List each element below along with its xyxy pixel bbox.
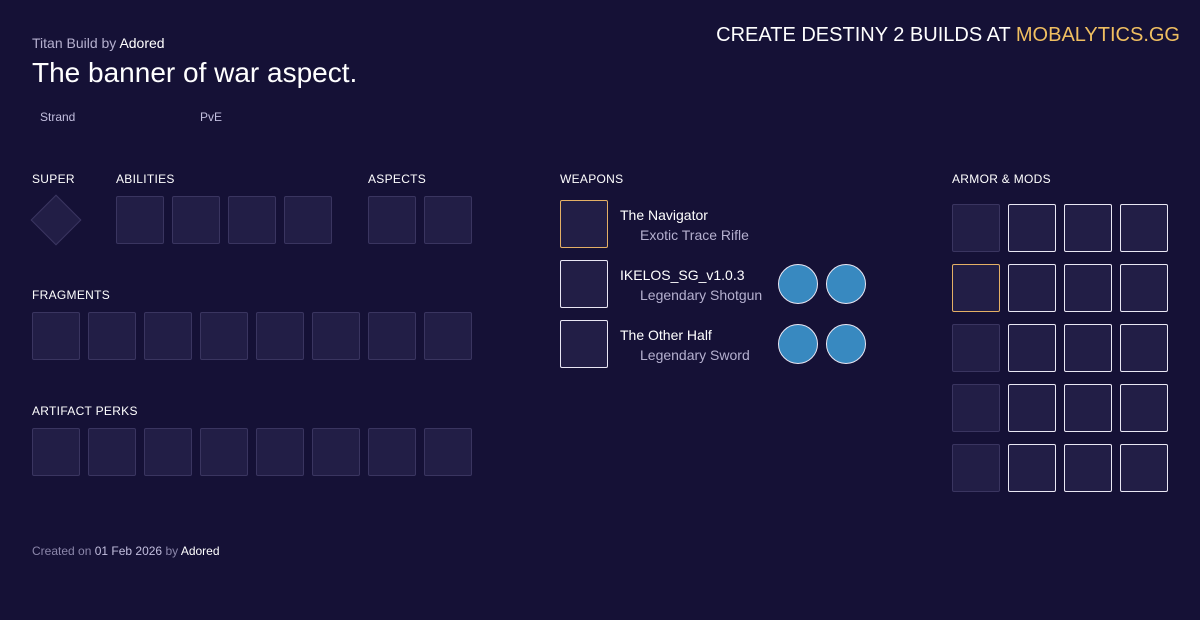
- promo-brand-link[interactable]: MOBALYTICS.GG: [1016, 24, 1180, 46]
- aspects-section-label: ASPECTS: [368, 172, 427, 186]
- armor-piece-slot[interactable]: [952, 324, 1000, 372]
- mode-tag: PvE: [200, 110, 223, 124]
- armor-mods-section-label: ARMOR & MODS: [952, 172, 1051, 186]
- weapon-name[interactable]: The Other Half: [620, 327, 712, 343]
- armor-mod-slot[interactable]: [1064, 204, 1112, 252]
- armor-mod-slot[interactable]: [1120, 264, 1168, 312]
- armor-mod-slot[interactable]: [1064, 324, 1112, 372]
- armor-mod-slot[interactable]: [1064, 384, 1112, 432]
- ability-slot[interactable]: [116, 196, 164, 244]
- fragment-slot[interactable]: [32, 312, 80, 360]
- footer-date: 01 Feb 2026: [94, 544, 163, 558]
- artifact-perk-slot[interactable]: [312, 428, 360, 476]
- weapon-perk-icon[interactable]: [778, 324, 818, 364]
- footer-by-label: by: [165, 544, 179, 558]
- weapon-type: Exotic Trace Rifle: [640, 227, 749, 243]
- artifact-perk-slot[interactable]: [256, 428, 304, 476]
- weapon-name[interactable]: IKELOS_SG_v1.0.3: [620, 267, 745, 283]
- armor-mod-slot[interactable]: [1008, 324, 1056, 372]
- super-slot[interactable]: [30, 194, 82, 246]
- ability-slot[interactable]: [284, 196, 332, 244]
- weapon-type: Legendary Shotgun: [640, 287, 763, 303]
- armor-mod-slot[interactable]: [1120, 384, 1168, 432]
- artifact-perk-slot[interactable]: [144, 428, 192, 476]
- build-subtitle: Titan Build by Adored: [32, 35, 165, 51]
- subclass-tag: Strand: [40, 110, 76, 124]
- weapon-name[interactable]: The Navigator: [620, 207, 708, 223]
- armor-mod-slot[interactable]: [1064, 264, 1112, 312]
- build-class-label: Titan Build by: [32, 35, 117, 51]
- footer-created-label: Created on: [32, 544, 92, 558]
- armor-mod-slot[interactable]: [1120, 444, 1168, 492]
- artifact-perks-section-label: ARTIFACT PERKS: [32, 404, 138, 418]
- promo-text: CREATE DESTINY 2 BUILDS AT: [716, 24, 1011, 46]
- artifact-perk-slot[interactable]: [88, 428, 136, 476]
- fragment-slot[interactable]: [424, 312, 472, 360]
- fragment-slot[interactable]: [144, 312, 192, 360]
- build-title: The banner of war aspect.: [32, 57, 358, 88]
- weapon-icon-slot[interactable]: [560, 260, 608, 308]
- build-footer: Created on 01 Feb 2026 by Adored: [32, 544, 220, 558]
- armor-piece-slot[interactable]: [952, 264, 1000, 312]
- fragment-slot[interactable]: [88, 312, 136, 360]
- armor-mod-slot[interactable]: [1120, 324, 1168, 372]
- fragment-slot[interactable]: [200, 312, 248, 360]
- weapon-icon-slot[interactable]: [560, 320, 608, 368]
- build-card: Titan Build by Adored The banner of war …: [0, 0, 1200, 620]
- armor-mod-slot[interactable]: [1064, 444, 1112, 492]
- ability-slot[interactable]: [228, 196, 276, 244]
- artifact-perk-slot[interactable]: [368, 428, 416, 476]
- build-author-link[interactable]: Adored: [119, 35, 164, 51]
- super-section-label: SUPER: [32, 172, 75, 186]
- weapon-type: Legendary Sword: [640, 347, 750, 363]
- aspect-slot[interactable]: [424, 196, 472, 244]
- aspect-slot[interactable]: [368, 196, 416, 244]
- artifact-perk-slot[interactable]: [424, 428, 472, 476]
- fragment-slot[interactable]: [368, 312, 416, 360]
- promo-banner: CREATE DESTINY 2 BUILDS AT MOBALYTICS.GG: [716, 24, 1180, 47]
- armor-piece-slot[interactable]: [952, 204, 1000, 252]
- armor-mod-slot[interactable]: [1008, 204, 1056, 252]
- armor-mod-slot[interactable]: [1008, 444, 1056, 492]
- footer-author-link[interactable]: Adored: [181, 544, 220, 558]
- weapons-section-label: WEAPONS: [560, 172, 624, 186]
- abilities-section-label: ABILITIES: [116, 172, 175, 186]
- weapon-perk-icon[interactable]: [826, 264, 866, 304]
- armor-mod-slot[interactable]: [1120, 204, 1168, 252]
- armor-piece-slot[interactable]: [952, 444, 1000, 492]
- fragments-section-label: FRAGMENTS: [32, 288, 111, 302]
- armor-piece-slot[interactable]: [952, 384, 1000, 432]
- fragment-slot[interactable]: [256, 312, 304, 360]
- artifact-perk-slot[interactable]: [200, 428, 248, 476]
- fragment-slot[interactable]: [312, 312, 360, 360]
- armor-mod-slot[interactable]: [1008, 384, 1056, 432]
- artifact-perk-slot[interactable]: [32, 428, 80, 476]
- weapon-perk-icon[interactable]: [778, 264, 818, 304]
- armor-mod-slot[interactable]: [1008, 264, 1056, 312]
- weapon-perk-icon[interactable]: [826, 324, 866, 364]
- weapon-icon-slot[interactable]: [560, 200, 608, 248]
- ability-slot[interactable]: [172, 196, 220, 244]
